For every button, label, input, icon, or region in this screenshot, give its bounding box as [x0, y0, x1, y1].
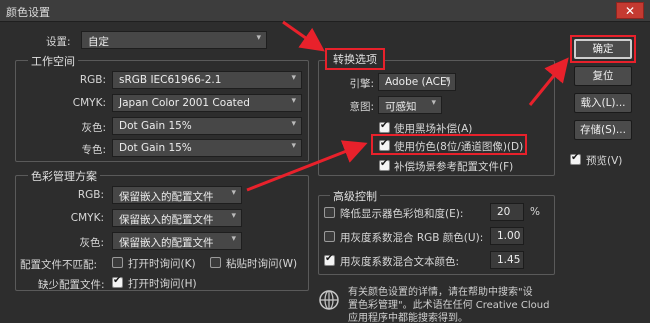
arrow-to-dither: [246, 140, 368, 192]
arrow-to-ok: [528, 57, 569, 106]
annotation-arrows: [246, 20, 569, 192]
arrow-to-conversion: [282, 20, 325, 52]
